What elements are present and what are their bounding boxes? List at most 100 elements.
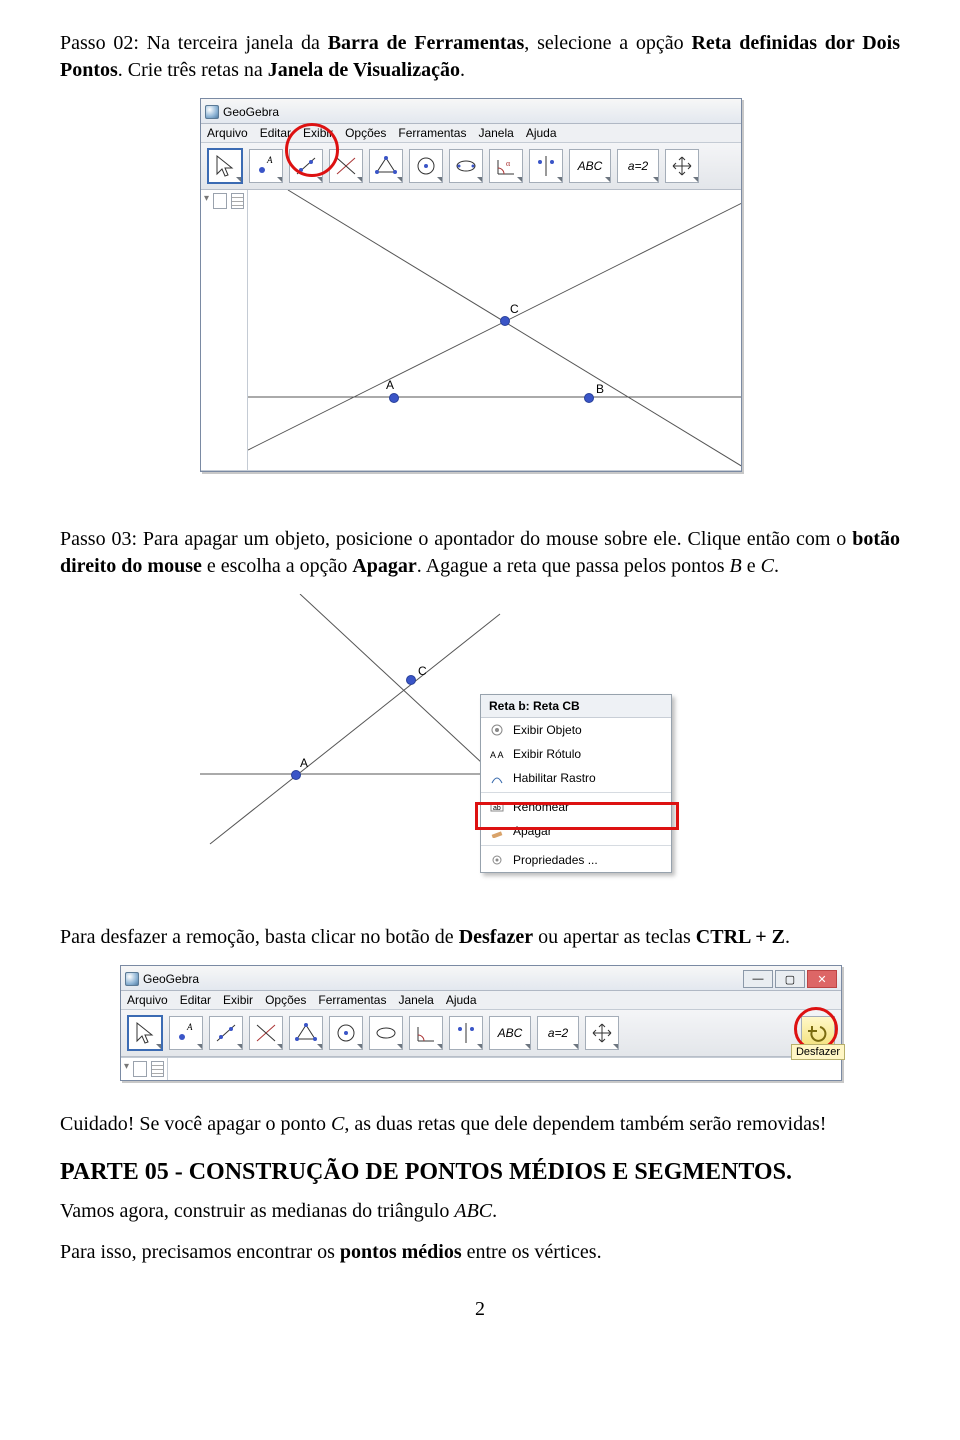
menu-ajuda[interactable]: Ajuda	[446, 993, 477, 1007]
svg-text:α: α	[506, 159, 511, 168]
figure-2: C A Reta b: Reta CB Exibir Objeto A A Ex…	[200, 594, 900, 894]
text: .	[774, 555, 779, 577]
geogebra-window: GeoGebra Arquivo Editar Exibir Opções Fe…	[200, 98, 742, 472]
circle-icon	[334, 1021, 358, 1045]
ellipse-icon	[454, 154, 478, 178]
tool-perpendicular[interactable]	[249, 1016, 283, 1050]
text: , selecione a opção	[524, 32, 691, 54]
warning-text: Cuidado! Se você apagar o ponto C, as du…	[60, 1111, 900, 1138]
tool-text[interactable]: ABC	[489, 1016, 531, 1050]
page-number: 2	[60, 1296, 900, 1323]
ctx-label: Habilitar Rastro	[513, 771, 596, 785]
ctx-label: Apagar	[513, 824, 552, 838]
cursor-icon	[133, 1021, 157, 1045]
rename-icon: ab	[489, 799, 505, 815]
bold: Janela de Visualização	[268, 59, 460, 81]
text: .	[460, 59, 465, 81]
menu-opcoes[interactable]: Opções	[265, 993, 306, 1007]
menu-ferramentas[interactable]: Ferramentas	[398, 126, 466, 140]
ctx-propriedades[interactable]: Propriedades ...	[481, 848, 671, 872]
ellipse-icon	[374, 1021, 398, 1045]
grid-icon[interactable]	[151, 1061, 164, 1077]
side-panel-3: ▾	[121, 1058, 168, 1080]
ctx-habilitar-rastro[interactable]: Habilitar Rastro	[481, 766, 671, 790]
menu-arquivo[interactable]: Arquivo	[127, 993, 168, 1007]
tool-ellipse[interactable]	[449, 149, 483, 183]
point-c2[interactable]	[406, 675, 416, 685]
text: Para isso, precisamos encontrar os	[60, 1241, 340, 1263]
menu-ferramentas[interactable]: Ferramentas	[318, 993, 386, 1007]
tool-polygon[interactable]	[289, 1016, 323, 1050]
move-view-icon	[670, 154, 694, 178]
point-icon: A	[254, 154, 278, 178]
text: .	[492, 1200, 497, 1222]
tool-move-view[interactable]	[585, 1016, 619, 1050]
label-b: B	[596, 382, 604, 396]
tool-circle[interactable]	[329, 1016, 363, 1050]
italic: B	[730, 555, 742, 577]
text: entre os vértices.	[462, 1241, 602, 1263]
angle-icon: α	[494, 154, 518, 178]
tool-slider[interactable]: a=2	[617, 149, 659, 183]
tool-angle[interactable]	[409, 1016, 443, 1050]
italic: C	[761, 555, 774, 577]
tool-text[interactable]: ABC	[569, 149, 611, 183]
ctx-apagar[interactable]: Apagar	[481, 819, 671, 843]
axes-icon[interactable]	[213, 193, 226, 209]
point-a[interactable]	[389, 393, 399, 403]
section-heading: PARTE 05 - CONSTRUÇÃO DE PONTOS MÉDIOS E…	[60, 1156, 900, 1188]
show-label-icon: A A	[489, 746, 505, 762]
tool-move[interactable]	[127, 1015, 163, 1051]
menu-janela[interactable]: Janela	[398, 993, 433, 1007]
tool-point[interactable]: A	[249, 149, 283, 183]
point-c[interactable]	[500, 316, 510, 326]
ctx-renomear[interactable]: ab Renomear	[481, 795, 671, 819]
delete-icon	[489, 823, 505, 839]
perp-icon	[254, 1021, 278, 1045]
menu-opcoes[interactable]: Opções	[345, 126, 386, 140]
tool-move[interactable]	[207, 148, 243, 184]
text: e	[742, 555, 761, 577]
tool-angle[interactable]: α	[489, 149, 523, 183]
menu-editar[interactable]: Editar	[180, 993, 211, 1007]
tool-ellipse[interactable]	[369, 1016, 403, 1050]
tool-point[interactable]: A	[169, 1016, 203, 1050]
tool-reflect[interactable]	[449, 1016, 483, 1050]
figure-1: GeoGebra Arquivo Editar Exibir Opções Fe…	[200, 98, 900, 526]
tool-reflect[interactable]	[529, 149, 563, 183]
menu-arquivo[interactable]: Arquivo	[207, 126, 248, 140]
menu-janela[interactable]: Janela	[478, 126, 513, 140]
tool-move-view[interactable]	[665, 149, 699, 183]
text: Vamos agora, construir as medianas do tr…	[60, 1200, 454, 1222]
tool-line[interactable]	[209, 1016, 243, 1050]
ctx-exibir-objeto[interactable]: Exibir Objeto	[481, 718, 671, 742]
undo-tooltip: Desfazer	[791, 1044, 845, 1060]
menu-ajuda[interactable]: Ajuda	[526, 126, 557, 140]
menu-bar-3: Arquivo Editar Exibir Opções Ferramentas…	[121, 991, 841, 1010]
grid-icon[interactable]	[231, 193, 244, 209]
tool-polygon[interactable]	[369, 149, 403, 183]
menu-editar[interactable]: Editar	[260, 126, 291, 140]
app-title: GeoGebra	[223, 105, 279, 119]
polygon-icon	[294, 1021, 318, 1045]
drawing-canvas[interactable]: C A B	[248, 190, 741, 470]
close-button[interactable]: ✕	[807, 970, 837, 988]
svg-text:A: A	[186, 1022, 193, 1032]
slider-label: a=2	[628, 159, 648, 173]
tool-circle[interactable]	[409, 149, 443, 183]
angle-icon	[414, 1021, 438, 1045]
minimize-button[interactable]: —	[743, 970, 773, 988]
part5-p2: Para isso, precisamos encontrar os ponto…	[60, 1239, 900, 1266]
window-buttons: — ▢ ✕	[743, 970, 837, 988]
point-b[interactable]	[584, 393, 594, 403]
maximize-button[interactable]: ▢	[775, 970, 805, 988]
tool-slider[interactable]: a=2	[537, 1016, 579, 1050]
point-a2[interactable]	[291, 770, 301, 780]
axes-icon[interactable]	[133, 1061, 146, 1077]
ctx-exibir-rotulo[interactable]: A A Exibir Rótulo	[481, 742, 671, 766]
tool-bar-3: A ABC a=2	[121, 1010, 841, 1057]
menu-exibir[interactable]: Exibir	[223, 993, 253, 1007]
undo-text: Para desfazer a remoção, basta clicar no…	[60, 924, 900, 951]
text: .	[785, 926, 790, 948]
text: e escolha a opção	[202, 555, 352, 577]
